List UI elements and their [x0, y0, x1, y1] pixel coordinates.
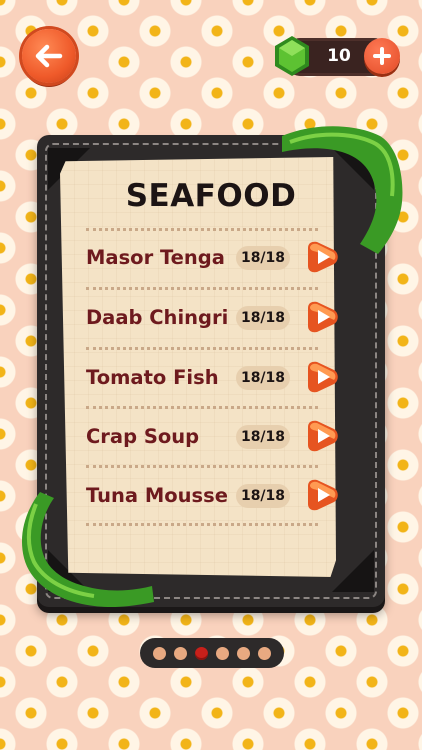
recipe-progress: 18/18: [236, 306, 290, 330]
recipe-row[interactable]: Tomato Fish 18/18: [86, 360, 346, 400]
arrow-left-icon: [35, 44, 63, 68]
row-divider: [86, 347, 318, 350]
play-icon[interactable]: [304, 240, 340, 274]
recipe-name: Masor Tenga: [86, 246, 225, 269]
play-icon[interactable]: [304, 360, 340, 394]
currency-count: 10: [327, 46, 351, 66]
green-gem-icon: [275, 36, 309, 76]
row-divider: [86, 465, 318, 468]
play-icon[interactable]: [304, 419, 340, 453]
recipe-name: Tomato Fish: [86, 366, 219, 389]
recipe-row[interactable]: Crap Soup 18/18: [86, 419, 346, 459]
page-dot[interactable]: [237, 646, 250, 660]
page-indicator: [140, 638, 284, 668]
row-divider: [86, 406, 318, 409]
back-button[interactable]: [22, 29, 76, 83]
add-currency-button[interactable]: [364, 38, 400, 74]
page-dot-active[interactable]: [195, 646, 208, 660]
play-icon[interactable]: [304, 478, 340, 512]
page-dot[interactable]: [174, 646, 187, 660]
plus-icon: [373, 47, 391, 65]
recipe-name: Daab Chingri: [86, 306, 229, 329]
recipe-row[interactable]: Masor Tenga 18/18: [86, 240, 346, 280]
recipe-progress: 18/18: [236, 246, 290, 270]
row-divider: [86, 523, 318, 526]
page-dot[interactable]: [216, 646, 229, 660]
page-dot[interactable]: [258, 646, 271, 660]
recipe-progress: 18/18: [236, 366, 290, 390]
recipe-name: Crap Soup: [86, 425, 200, 448]
row-divider: [86, 228, 318, 231]
category-title: SEAFOOD: [125, 178, 297, 214]
recipe-progress: 18/18: [236, 484, 290, 508]
recipe-progress: 18/18: [236, 425, 290, 449]
row-divider: [86, 287, 318, 290]
play-icon[interactable]: [304, 300, 340, 334]
recipe-row[interactable]: Daab Chingri 18/18: [86, 300, 346, 340]
recipe-row[interactable]: Tuna Mousse 18/18: [86, 478, 346, 518]
recipe-name: Tuna Mousse: [86, 484, 228, 507]
page-dot[interactable]: [153, 646, 166, 660]
